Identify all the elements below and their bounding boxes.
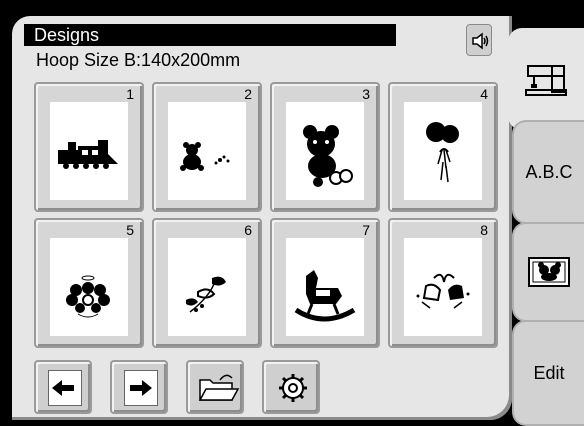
small-bear-icon [180,142,230,171]
design-thumbnail [404,102,482,200]
design-button-1[interactable]: 1 [34,82,144,212]
design-button-6[interactable]: 6 [152,218,262,348]
tab-sewing-mode[interactable] [508,28,584,130]
tab-abc[interactable]: A.B.C [512,120,584,224]
design-number: 7 [362,222,370,238]
tab-embroidery-designs[interactable] [512,222,584,322]
design-number: 6 [244,222,252,238]
arrow-left-icon [52,380,74,396]
mode-tabs: A.B.C Edit [508,16,584,426]
design-thumbnail [50,102,128,200]
tab-abc-label: A.B.C [525,161,573,182]
design-button-4[interactable]: 4 [388,82,498,212]
previous-page-button[interactable] [34,360,92,414]
design-number: 5 [126,222,134,238]
hoop-size-label: Hoop Size B:140x200mm [36,50,241,70]
speaker-icon [472,32,489,50]
bells-icon [416,273,470,309]
design-thumbnail [404,238,482,336]
embroidery-design-icon [528,257,570,287]
design-grid: 1 2 3 4 5 6 7 8 [32,82,506,358]
design-button-3[interactable]: 3 [270,82,380,212]
design-button-2[interactable]: 2 [152,82,262,212]
design-number: 2 [244,86,252,102]
design-thumbnail [168,238,246,336]
design-number: 8 [480,222,488,238]
settings-icon [279,374,307,402]
design-number: 3 [362,86,370,102]
design-number: 1 [126,86,134,102]
teddy-bear-icon [303,125,353,187]
arrow-right-icon [130,380,152,396]
design-thumbnail [286,102,364,200]
design-button-8[interactable]: 8 [388,218,498,348]
design-thumbnail [50,238,128,336]
design-thumbnail [286,238,364,336]
floral-icon [186,276,226,313]
settings-button[interactable] [262,360,320,414]
design-button-5[interactable]: 5 [34,218,144,348]
design-number: 4 [480,86,488,102]
design-button-7[interactable]: 7 [270,218,380,348]
folder-open-icon [198,374,240,401]
balloons-icon [426,122,459,183]
tab-edit-label: Edit [533,362,565,383]
open-folder-button[interactable] [186,360,244,414]
sound-button[interactable] [466,24,492,56]
rocking-horse-icon [294,270,356,322]
train-icon [58,140,118,169]
sewing-machine-icon [525,65,567,96]
design-thumbnail [168,102,246,200]
bottom-toolbar [32,360,332,416]
next-page-button[interactable] [110,360,168,414]
tab-edit[interactable]: Edit [512,320,584,426]
flower-wreath-icon [66,275,110,318]
page-title: Designs [24,24,396,46]
